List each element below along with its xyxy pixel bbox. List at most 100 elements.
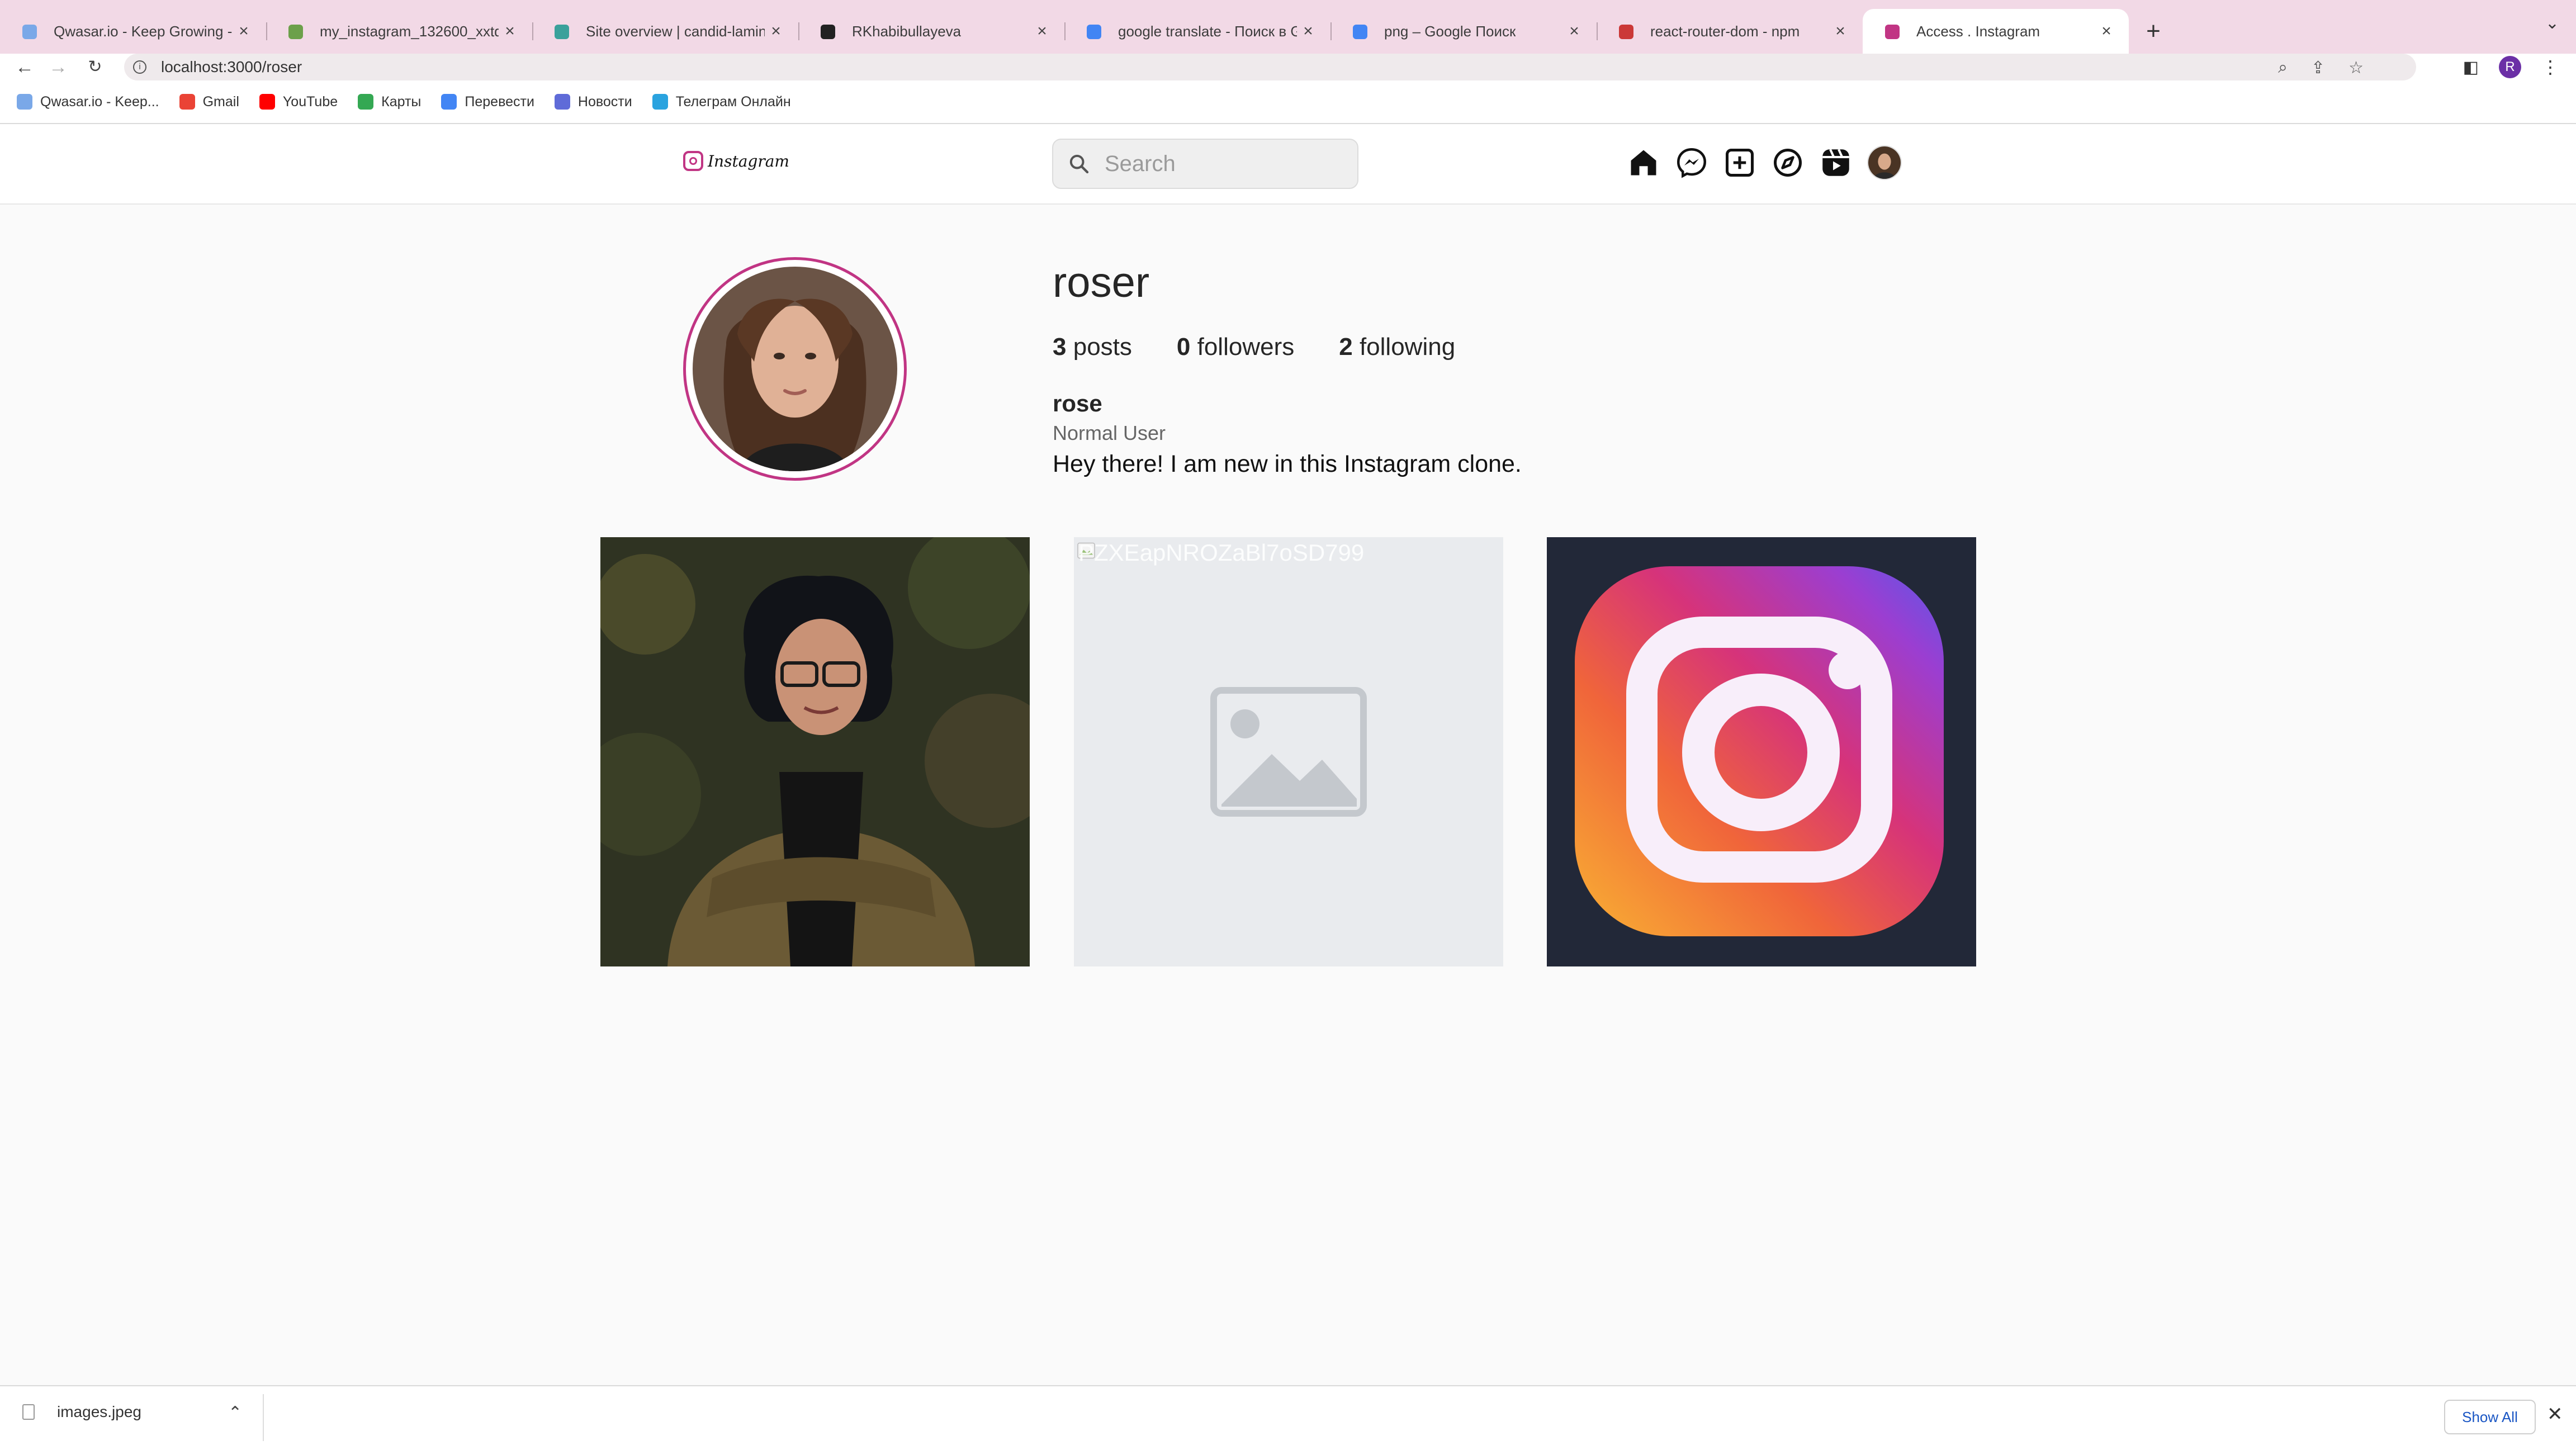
search-box[interactable]: [1052, 139, 1358, 189]
profile-stats: 3 posts 0 followers 2 following: [1053, 333, 1500, 361]
profile-username: roser: [1053, 259, 1150, 306]
bookmark-favicon-icon: [179, 94, 195, 110]
tab-close-icon[interactable]: ×: [1564, 21, 1584, 41]
home-icon[interactable]: [1627, 146, 1660, 179]
post-photo-person: [600, 537, 1030, 966]
browser-tab[interactable]: Site overview | candid-lamingt ×: [532, 9, 798, 54]
following-label: following: [1359, 333, 1456, 361]
divider: [263, 1394, 264, 1441]
bookmark-item[interactable]: Новости: [554, 93, 632, 110]
chevron-up-icon[interactable]: ⌃: [228, 1403, 242, 1423]
profile-full-name: rose: [1053, 390, 1102, 416]
browser-tab[interactable]: react-router-dom - npm ×: [1597, 9, 1863, 54]
close-icon[interactable]: ✕: [2547, 1403, 2563, 1425]
bookmark-item[interactable]: Gmail: [179, 94, 239, 110]
tab-close-icon[interactable]: ×: [1032, 21, 1052, 41]
post-photo-instagram-logo: [1547, 537, 1976, 966]
bookmark-label: Qwasar.io - Keep...: [40, 93, 159, 110]
new-post-icon[interactable]: [1723, 146, 1756, 179]
post-thumbnail[interactable]: PZXEapNROZaBl7oSD799: [1074, 537, 1503, 966]
browser-tab[interactable]: Qwasar.io - Keep Growing - xa ×: [0, 9, 266, 54]
tab-close-icon[interactable]: ×: [2096, 21, 2116, 41]
address-bar[interactable]: i localhost:3000/roser: [124, 54, 2416, 80]
site-info-icon[interactable]: i: [133, 60, 146, 74]
bookmark-favicon-icon: [652, 94, 668, 110]
instagram-wordmark: Instagram: [708, 151, 789, 170]
instagram-header: Instagram: [0, 124, 2576, 205]
bookmarks-bar: Qwasar.io - Keep... Gmail YouTube Карты Пере…: [0, 80, 2576, 124]
bookmark-item[interactable]: Карты: [358, 94, 421, 110]
instagram-glyph-icon: [683, 151, 703, 171]
bookmark-label: Новости: [577, 93, 632, 110]
show-all-button[interactable]: Show All: [2444, 1400, 2536, 1434]
bookmark-favicon-icon: [441, 94, 457, 110]
browser-profile-avatar[interactable]: R: [2499, 56, 2521, 78]
search-input[interactable]: [1104, 150, 1352, 177]
tab-favicon-icon: [1353, 25, 1367, 39]
bookmark-item[interactable]: Qwasar.io - Keep...: [17, 94, 159, 110]
browser-tab[interactable]: png – Google Поиск ×: [1330, 9, 1597, 54]
posts-count: 3: [1053, 333, 1067, 361]
tab-close-icon[interactable]: ×: [234, 21, 254, 41]
bookmark-label: Gmail: [202, 93, 239, 110]
explore-icon[interactable]: [1771, 146, 1805, 179]
browser-toolbar: ← → ↻ i localhost:3000/roser ⌕ ⇪ ☆ ◧ R ⋮: [0, 54, 2576, 80]
share-icon[interactable]: ⇪: [2311, 58, 2325, 78]
followers-stat[interactable]: 0 followers: [1177, 333, 1294, 361]
bookmark-star-icon[interactable]: ☆: [2348, 58, 2364, 78]
download-filename: images.jpeg: [57, 1403, 141, 1420]
browser-menu-icon[interactable]: ⋮: [2541, 56, 2559, 78]
reels-icon[interactable]: [1819, 146, 1853, 179]
back-icon[interactable]: ←: [12, 55, 37, 79]
post-thumbnail[interactable]: [1547, 537, 1976, 966]
file-icon: [22, 1404, 35, 1420]
broken-image-placeholder-icon: [1210, 687, 1367, 817]
side-panel-icon[interactable]: ◧: [2463, 58, 2479, 77]
bookmark-label: YouTube: [282, 93, 338, 110]
browser-tab[interactable]: google translate - Поиск в Goo×: [1064, 9, 1330, 54]
instagram-logo[interactable]: Instagram: [683, 151, 789, 171]
bookmark-label: Телеграм Онлайн: [675, 93, 791, 110]
reload-icon[interactable]: ↻: [83, 55, 107, 79]
browser-tab-bar: Qwasar.io - Keep Growing - xa × my_instagr…: [0, 0, 2576, 54]
browser-tab[interactable]: Access . Instagram ×: [1863, 9, 2129, 54]
bookmark-favicon-icon: [554, 94, 570, 110]
tab-close-icon[interactable]: ×: [1830, 21, 1850, 41]
post-thumbnail[interactable]: [600, 537, 1030, 966]
bookmark-item[interactable]: YouTube: [259, 94, 338, 110]
nav-profile-avatar[interactable]: [1867, 145, 1902, 180]
tab-close-icon[interactable]: ×: [500, 21, 520, 41]
tab-favicon-icon: [22, 25, 37, 39]
browser-tab[interactable]: RKhabibullayeva ×: [798, 9, 1064, 54]
new-tab-button[interactable]: +: [2137, 9, 2170, 54]
tab-search-icon[interactable]: ⌄: [2545, 13, 2559, 33]
search-icon: [1069, 154, 1089, 174]
download-item[interactable]: images.jpeg: [22, 1403, 141, 1421]
bookmark-item[interactable]: Перевести: [441, 94, 534, 110]
profile-avatar[interactable]: [693, 267, 897, 471]
broken-image-alt-text: PZXEapNROZaBl7oSD799: [1078, 539, 1365, 566]
zoom-icon[interactable]: ⌕: [2278, 58, 2288, 78]
followers-count: 0: [1176, 333, 1191, 361]
following-count: 2: [1339, 333, 1353, 361]
tab-favicon-icon: [555, 25, 569, 39]
tab-favicon-icon: [821, 25, 835, 39]
tab-favicon-icon: [1087, 25, 1101, 39]
tab-title: png – Google Поиск: [1384, 22, 1516, 40]
url-text[interactable]: localhost:3000/roser: [161, 58, 302, 76]
posts-label: posts: [1073, 333, 1132, 361]
tab-favicon-icon: [1885, 25, 1900, 39]
following-stat[interactable]: 2 following: [1339, 333, 1455, 361]
tab-close-icon[interactable]: ×: [1298, 21, 1318, 41]
forward-icon[interactable]: →: [46, 55, 70, 79]
profile-role: Normal User: [1053, 421, 1166, 444]
tab-close-icon[interactable]: ×: [766, 21, 786, 41]
bookmark-item[interactable]: Телеграм Онлайн: [652, 94, 791, 110]
profile-bio: Hey there! I am new in this Instagram cl…: [1053, 451, 1522, 477]
browser-tab[interactable]: my_instagram_132600_xxtqx ×: [266, 9, 532, 54]
tab-favicon-icon: [1619, 25, 1633, 39]
posts-stat[interactable]: 3 posts: [1053, 333, 1132, 361]
bookmark-label: Карты: [381, 93, 422, 110]
messenger-icon[interactable]: [1675, 146, 1708, 179]
followers-label: followers: [1197, 333, 1295, 361]
